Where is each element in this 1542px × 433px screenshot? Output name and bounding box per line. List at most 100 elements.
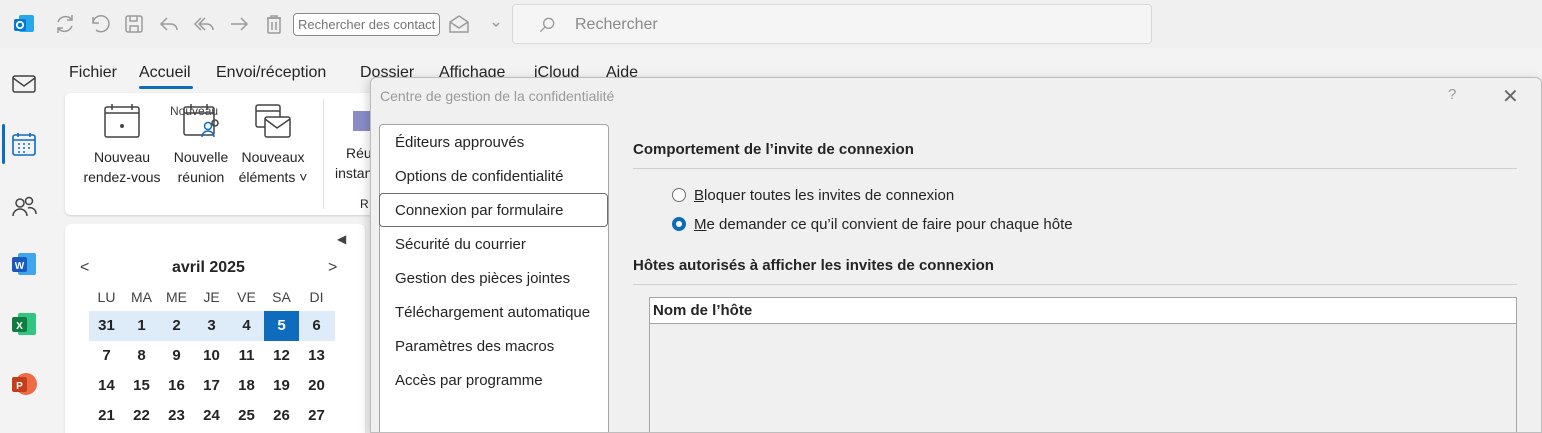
chevron-down-icon[interactable]: [484, 12, 508, 36]
active-tab-indicator: [139, 86, 193, 89]
envelope-open-icon[interactable]: [447, 12, 471, 36]
calendar-day[interactable]: 12: [264, 341, 299, 371]
radio-block-all-label[interactable]: Bloquer toutes les invites de connexion: [694, 187, 954, 204]
nav-item-privacy-options[interactable]: Options de confidentialité: [395, 168, 563, 185]
calendar-day[interactable]: 13: [299, 341, 334, 371]
weekday-header: LU: [97, 289, 116, 305]
section-divider: [633, 284, 1517, 285]
calendar-day[interactable]: 16: [159, 371, 194, 401]
calendar-day[interactable]: 18: [229, 371, 264, 401]
nav-item-attachment-handling[interactable]: Gestion des pièces jointes: [395, 270, 570, 287]
new-items-icon: [255, 104, 291, 138]
column-header-host-name[interactable]: Nom de l’hôte: [653, 302, 752, 319]
calendar-day[interactable]: 24: [194, 401, 229, 431]
excel-icon[interactable]: X: [10, 310, 38, 338]
calendar-day[interactable]: 15: [124, 371, 159, 401]
reply-icon[interactable]: [157, 12, 181, 36]
trust-center-dialog: Centre de gestion de la confidentialité …: [370, 77, 1542, 433]
ribbon-group-label: Nouveau: [170, 104, 219, 118]
nav-item-trusted-publishers[interactable]: Éditeurs approuvés: [395, 134, 524, 151]
radio-label-text: loquer toutes les invites de connexion: [704, 187, 955, 204]
calendar-add-icon: [104, 104, 140, 138]
title-bar: Rechercher: [0, 0, 1542, 48]
new-appointment-line2: rendez-vous: [83, 169, 161, 185]
new-items-line1: Nouveaux: [241, 149, 305, 165]
weekday-header: JE: [203, 289, 220, 305]
allowed-hosts-list[interactable]: Nom de l’hôte: [649, 297, 1517, 432]
section-divider: [633, 168, 1517, 169]
help-icon[interactable]: ?: [1448, 86, 1456, 103]
calendar-day[interactable]: 22: [124, 401, 159, 431]
nav-item-programmatic-access[interactable]: Accès par programme: [395, 372, 543, 389]
svg-text:W: W: [15, 261, 25, 272]
hosts-list-header: Nom de l’hôte: [650, 298, 1516, 324]
ribbon-separator: [323, 99, 324, 209]
undo-icon[interactable]: [88, 12, 112, 36]
accelerator-key: M: [694, 216, 707, 233]
sync-icon[interactable]: [53, 12, 77, 36]
next-month-icon[interactable]: >: [328, 259, 337, 277]
calendar-day[interactable]: 25: [229, 401, 264, 431]
powerpoint-icon[interactable]: P: [10, 370, 38, 398]
nav-item-automatic-download[interactable]: Téléchargement automatique: [395, 304, 590, 321]
calendar-day[interactable]: 23: [159, 401, 194, 431]
calendar-day[interactable]: 27: [299, 401, 334, 431]
calendar-day-today[interactable]: 5: [264, 311, 299, 341]
svg-text:P: P: [16, 381, 23, 392]
calendar-day[interactable]: 14: [89, 371, 124, 401]
search-box[interactable]: Rechercher: [512, 4, 1152, 44]
new-appointment-line1: Nouveau: [93, 149, 151, 165]
radio-ask-per-host[interactable]: [672, 217, 686, 231]
new-meeting-line2: réunion: [177, 169, 225, 185]
calendar-day[interactable]: 1: [124, 311, 159, 341]
dialog-title: Centre de gestion de la confidentialité: [380, 88, 615, 104]
calendar-day[interactable]: 17: [194, 371, 229, 401]
calendar-day[interactable]: 2: [159, 311, 194, 341]
new-items-line2: éléments ˅: [238, 169, 308, 185]
word-icon[interactable]: W: [10, 250, 38, 278]
contact-search-input[interactable]: [293, 13, 440, 36]
calendar-day[interactable]: 4: [229, 311, 264, 341]
save-icon[interactable]: [122, 12, 146, 36]
calendar-day[interactable]: 9: [159, 341, 194, 371]
section-title-prompt-behavior: Comportement de l’invite de connexion: [633, 141, 914, 158]
previous-month-icon[interactable]: <: [80, 259, 89, 277]
tab-accueil[interactable]: Accueil: [139, 64, 191, 82]
nav-item-macro-settings[interactable]: Paramètres des macros: [395, 338, 554, 355]
calendar-icon[interactable]: [10, 130, 38, 158]
collapse-icon[interactable]: ◀: [337, 232, 346, 246]
people-icon[interactable]: [10, 192, 38, 220]
new-items-button[interactable]: Nouveaux éléments ˅: [235, 101, 311, 187]
calendar-day[interactable]: 21: [89, 401, 124, 431]
delete-icon[interactable]: [262, 12, 286, 36]
mail-icon[interactable]: [10, 70, 38, 98]
calendar-day[interactable]: 8: [124, 341, 159, 371]
calendar-day[interactable]: 19: [264, 371, 299, 401]
accelerator-key: B: [694, 187, 705, 204]
tab-envoi-reception[interactable]: Envoi/réception: [216, 64, 326, 82]
calendar-day[interactable]: 20: [299, 371, 334, 401]
calendar-day[interactable]: 10: [194, 341, 229, 371]
tab-fichier[interactable]: Fichier: [69, 64, 117, 82]
radio-ask-per-host-label[interactable]: Me demander ce qu’il convient de faire p…: [694, 216, 1073, 233]
reply-all-icon[interactable]: [192, 12, 216, 36]
new-appointment-button[interactable]: Nouveau rendez-vous: [79, 101, 165, 187]
outlook-logo-icon: [12, 12, 36, 36]
close-icon[interactable]: ✕: [1502, 84, 1519, 109]
calendar-day[interactable]: 31: [89, 311, 124, 341]
calendar-day[interactable]: 11: [229, 341, 264, 371]
search-icon: [537, 15, 557, 38]
rail-active-indicator: [2, 124, 5, 164]
calendar-day[interactable]: 26: [264, 401, 299, 431]
radio-block-all[interactable]: [672, 188, 686, 202]
calendar-day[interactable]: 6: [299, 311, 334, 341]
weekday-header: VE: [237, 289, 256, 305]
weekday-header: ME: [166, 289, 187, 305]
calendar-day[interactable]: 7: [89, 341, 124, 371]
calendar-day[interactable]: 3: [194, 311, 229, 341]
weekday-header: DI: [309, 289, 324, 305]
nav-item-form-based-sign-in[interactable]: Connexion par formulaire: [395, 202, 563, 219]
nav-item-email-security[interactable]: Sécurité du courrier: [395, 236, 526, 253]
forward-icon[interactable]: [227, 12, 251, 36]
ribbon-cut-label-1: Réu: [346, 145, 372, 161]
